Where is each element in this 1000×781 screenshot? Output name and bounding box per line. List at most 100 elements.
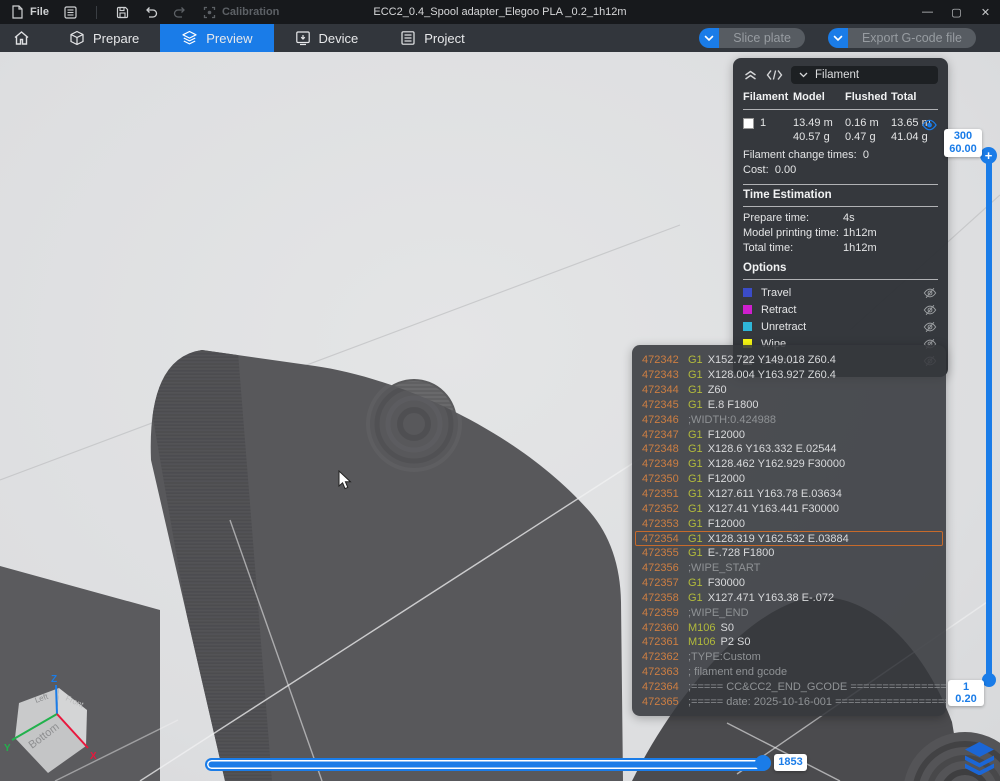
- option-label: Retract: [761, 303, 797, 316]
- gcode-line-number: 472355: [642, 547, 679, 560]
- calibration-button[interactable]: Calibration: [202, 5, 279, 20]
- layer-slider-bottom-handle[interactable]: [982, 673, 996, 687]
- view-type-value: Filament: [815, 69, 860, 81]
- gcode-line[interactable]: 472349 G1 X128.462 Y162.929 F30000: [632, 457, 946, 472]
- gcode-line[interactable]: 472346 ;WIDTH:0.424988: [632, 412, 946, 427]
- gcode-line[interactable]: 472354 G1 X128.319 Y162.532 E.03884: [632, 531, 946, 546]
- gcode-line[interactable]: 472356 ;WIPE_START: [632, 561, 946, 576]
- gcode-command: G1: [688, 547, 703, 560]
- gcode-line[interactable]: 472365 ;===== date: 2025-10-16-001 ======…: [632, 694, 946, 709]
- tab-prepare-label: Prepare: [93, 30, 140, 46]
- gcode-comment: ;WIPE_END: [688, 606, 749, 619]
- gcode-line[interactable]: 472345 G1 E.8 F1800: [632, 398, 946, 413]
- gcode-line[interactable]: 472360 M106 S0: [632, 620, 946, 635]
- separator: [743, 206, 938, 207]
- layer-slider-track[interactable]: [986, 152, 992, 682]
- redo-button[interactable]: [173, 5, 188, 20]
- z-axis-label: Z: [51, 674, 57, 685]
- home-button[interactable]: [0, 30, 42, 46]
- gcode-line-number: 472346: [642, 413, 679, 426]
- gcode-line[interactable]: 472348 G1 X128.6 Y163.332 E.02544: [632, 442, 946, 457]
- save-button[interactable]: [115, 5, 130, 20]
- gcode-line-number: 472358: [642, 591, 679, 604]
- export-gcode-button[interactable]: Export G-code file: [827, 28, 976, 48]
- slice-plate-button[interactable]: Slice plate: [699, 28, 805, 48]
- gcode-line[interactable]: 472363 ; filament end gcode: [632, 665, 946, 680]
- eye-off-icon[interactable]: [923, 303, 937, 317]
- layer-slider-top-handle[interactable]: +: [980, 147, 997, 164]
- tab-device[interactable]: Device: [274, 24, 380, 52]
- file-icon: [10, 5, 25, 20]
- time-row: Model printing time: 1h12m: [743, 226, 938, 241]
- gcode-command: G1: [688, 502, 703, 515]
- gcode-params: X128.6 Y163.332 E.02544: [707, 443, 837, 456]
- collapse-panel-icon[interactable]: [743, 68, 758, 82]
- gcode-line-number: 472360: [642, 621, 679, 634]
- filament-table-header: Filament Model Flushed Total: [743, 91, 917, 103]
- gcode-line[interactable]: 472358 G1 X127.471 Y163.38 E-.072: [632, 591, 946, 606]
- orientation-cube[interactable]: Left Front Bottom Z Y X: [2, 673, 114, 781]
- filament-color-swatch: [743, 118, 754, 130]
- gcode-line-number: 472347: [642, 428, 679, 441]
- device-icon: [295, 31, 310, 46]
- option-color-swatch: [743, 305, 752, 314]
- tab-project[interactable]: Project: [379, 24, 485, 52]
- eye-off-icon[interactable]: [923, 320, 937, 334]
- gcode-line[interactable]: 472355 G1 E-.728 F1800: [632, 546, 946, 561]
- tab-prepare[interactable]: Prepare: [48, 24, 160, 52]
- gcode-command: G1: [688, 458, 703, 471]
- time-row-value: 4s: [843, 212, 855, 224]
- undo-button[interactable]: [144, 5, 159, 20]
- move-slider-value: 1853: [774, 754, 807, 771]
- gcode-line[interactable]: 472364 ;===== CC&CC2_END_GCODE ==========…: [632, 680, 946, 695]
- gcode-line[interactable]: 472359 ;WIPE_END: [632, 605, 946, 620]
- options-title: Options: [743, 262, 787, 274]
- notes-button[interactable]: [63, 5, 78, 20]
- view-type-dropdown[interactable]: Filament: [791, 66, 938, 84]
- move-slider-handle[interactable]: [755, 755, 771, 771]
- export-dropdown-arrow[interactable]: [827, 28, 848, 48]
- gcode-line[interactable]: 472362 ;TYPE:Custom: [632, 650, 946, 665]
- gcode-command: G1: [688, 354, 703, 367]
- preview-layers-icon: [182, 30, 197, 45]
- gcode-line[interactable]: 472342 G1 X152.722 Y149.018 Z60.4: [632, 353, 946, 368]
- slice-dropdown-arrow[interactable]: [699, 28, 720, 48]
- eye-off-icon[interactable]: [923, 286, 937, 300]
- bottom-layer-number: 1: [962, 681, 970, 693]
- time-row: Prepare time: 4s: [743, 211, 938, 226]
- filament-visibility-eye-icon[interactable]: [922, 119, 937, 131]
- save-icon: [115, 5, 130, 20]
- gcode-line[interactable]: 472343 G1 X128.004 Y163.927 Z60.4: [632, 368, 946, 383]
- gcode-line[interactable]: 472350 G1 F12000: [632, 472, 946, 487]
- top-layer-height: 60.00: [949, 143, 977, 155]
- gcode-line[interactable]: 472357 G1 F30000: [632, 576, 946, 591]
- gcode-line[interactable]: 472361 M106 P2 S0: [632, 635, 946, 650]
- gcode-line-number: 472365: [642, 695, 679, 708]
- move-slider-track[interactable]: [205, 758, 769, 771]
- gcode-window-icon[interactable]: [766, 69, 783, 81]
- gcode-command: G1: [688, 517, 703, 530]
- gcode-params: F12000: [707, 473, 745, 486]
- tab-preview[interactable]: Preview: [160, 24, 274, 52]
- gcode-line[interactable]: 472352 G1 X127.41 Y163.441 F30000: [632, 501, 946, 516]
- gcode-viewer-panel[interactable]: 472342 G1 X152.722 Y149.018 Z60.4 472343 G1 X…: [632, 345, 946, 716]
- minimize-button[interactable]: —: [913, 0, 942, 24]
- gcode-params: F12000: [707, 517, 745, 530]
- maximize-button[interactable]: ▢: [942, 0, 971, 24]
- top-layer-number: 300: [953, 130, 973, 142]
- tab-device-label: Device: [318, 30, 359, 46]
- gcode-line-number: 472353: [642, 517, 679, 530]
- z-axis-line: [55, 684, 58, 715]
- gcode-line[interactable]: 472351 G1 X127.611 Y163.78 E.03634: [632, 487, 946, 502]
- close-button[interactable]: ✕: [971, 0, 1000, 24]
- gcode-line-number: 472344: [642, 384, 679, 397]
- nav-bar: Prepare Preview Device Project Slice pla…: [0, 24, 1000, 52]
- gcode-line[interactable]: 472344 G1 Z60: [632, 383, 946, 398]
- layers-view-icon[interactable]: [961, 739, 998, 775]
- gcode-params: E.8 F1800: [707, 398, 759, 411]
- gcode-line-number: 472361: [642, 636, 679, 649]
- gcode-params: X128.462 Y162.929 F30000: [707, 458, 846, 471]
- gcode-line[interactable]: 472347 G1 F12000: [632, 427, 946, 442]
- file-menu[interactable]: File: [10, 5, 49, 20]
- gcode-line[interactable]: 472353 G1 F12000: [632, 516, 946, 531]
